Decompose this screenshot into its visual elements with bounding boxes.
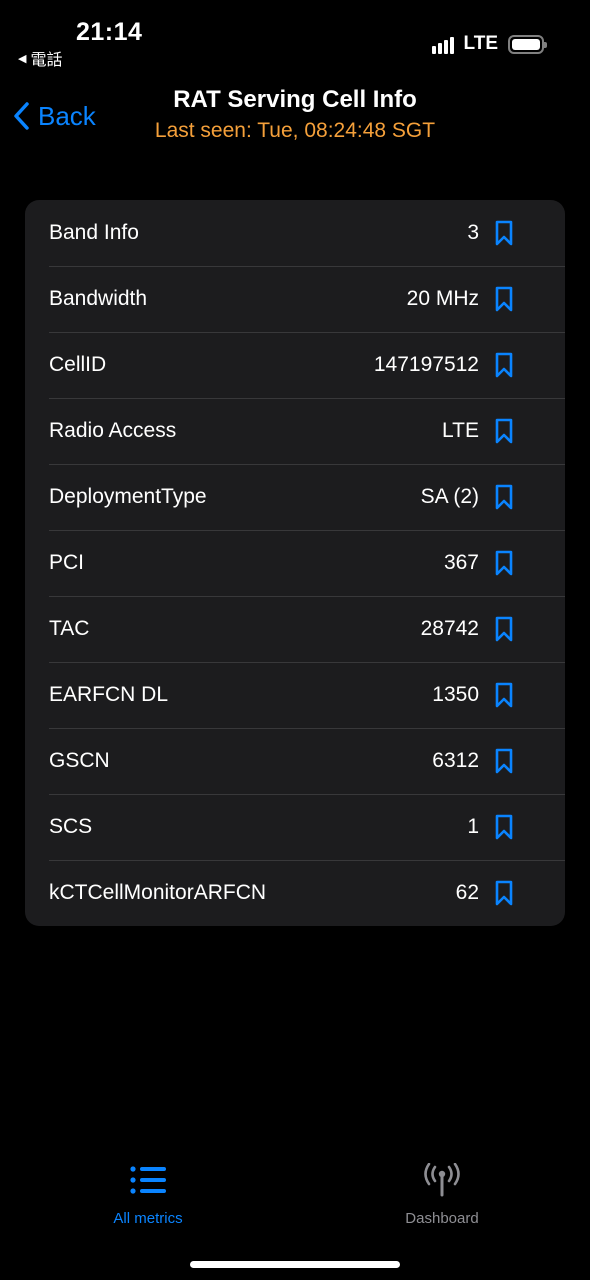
bookmark-icon[interactable] [495, 418, 513, 444]
list-icon [130, 1166, 166, 1194]
battery-level [512, 38, 540, 50]
network-type: LTE [463, 33, 498, 54]
page-title: RAT Serving Cell Info [173, 86, 417, 113]
back-triangle-icon: ◀ [18, 52, 27, 65]
battery-icon [508, 34, 547, 54]
list-item[interactable]: kCTCellMonitorARFCN 62 [25, 860, 565, 926]
list-item[interactable]: CellID 147197512 [25, 332, 565, 398]
status-back-app-label: 電話 [30, 52, 63, 69]
row-value: SA (2) [420, 485, 479, 508]
row-label: SCS [49, 815, 93, 838]
list-item[interactable]: GSCN 6312 [25, 728, 565, 794]
bookmark-icon[interactable] [495, 880, 513, 906]
status-time: 21:14 [76, 18, 143, 46]
cellular-signal-icon [431, 34, 454, 54]
row-value: 367 [443, 551, 479, 574]
row-label: DeploymentType [49, 485, 207, 508]
bookmark-icon[interactable] [495, 220, 513, 246]
list-item[interactable]: Radio Access LTE [25, 398, 565, 464]
row-label: GSCN [49, 749, 110, 772]
row-value: 62 [455, 881, 479, 904]
tab-dashboard-label: Dashboard [405, 1210, 479, 1227]
list-item[interactable]: DeploymentType SA (2) [25, 464, 565, 530]
row-label: EARFCN DL [49, 683, 169, 706]
bookmark-icon[interactable] [495, 286, 513, 312]
home-indicator[interactable] [190, 1261, 400, 1268]
tab-bar: All metrics Dashboard [0, 1160, 590, 1240]
navigation-bar: Back RAT Serving Cell Info Last seen: Tu… [0, 80, 590, 160]
row-label: kCTCellMonitorARFCN [49, 881, 267, 904]
list-item[interactable]: PCI 367 [25, 530, 565, 596]
row-value: 147197512 [373, 353, 479, 376]
bookmark-icon[interactable] [495, 484, 513, 510]
tab-all-metrics[interactable]: All metrics [48, 1160, 248, 1227]
row-label: Bandwidth [49, 287, 148, 310]
tab-all-metrics-label: All metrics [113, 1210, 183, 1227]
row-label: TAC [49, 617, 90, 640]
bookmark-icon[interactable] [495, 616, 513, 642]
screen: 21:14 ◀ 電話 LTE Back RAT Serving Cell Inf… [0, 0, 590, 1280]
bookmark-icon[interactable] [495, 748, 513, 774]
row-value: 28742 [420, 617, 479, 640]
tab-dashboard[interactable]: Dashboard [342, 1160, 542, 1227]
row-value: 6312 [432, 749, 479, 772]
list-item[interactable]: Band Info 3 [25, 200, 565, 266]
list-item[interactable]: TAC 28742 [25, 596, 565, 662]
cell-info-list: Band Info 3 Bandwidth 20 MHz CellID 147197512… [25, 200, 565, 926]
status-indicators: LTE [431, 33, 547, 55]
bookmark-icon[interactable] [495, 814, 513, 840]
row-value: 1 [467, 815, 479, 838]
row-label: PCI [49, 551, 85, 574]
status-bar: 21:14 ◀ 電話 LTE [0, 0, 590, 80]
row-value: 20 MHz [406, 287, 479, 310]
row-value: 3 [467, 221, 479, 244]
list-item[interactable]: SCS 1 [25, 794, 565, 860]
bookmark-icon[interactable] [495, 352, 513, 378]
bookmark-icon[interactable] [495, 550, 513, 576]
bookmark-icon[interactable] [495, 682, 513, 708]
last-seen-subtitle: Last seen: Tue, 08:24:48 SGT [154, 119, 436, 142]
row-label: Radio Access [49, 419, 177, 442]
list-item[interactable]: EARFCN DL 1350 [25, 662, 565, 728]
status-back-to-app[interactable]: ◀ 電話 [18, 46, 62, 70]
row-label: CellID [49, 353, 107, 376]
antenna-icon [424, 1163, 460, 1197]
row-label: Band Info [49, 221, 139, 244]
row-value: LTE [442, 419, 479, 442]
row-value: 1350 [432, 683, 479, 706]
list-item[interactable]: Bandwidth 20 MHz [25, 266, 565, 332]
